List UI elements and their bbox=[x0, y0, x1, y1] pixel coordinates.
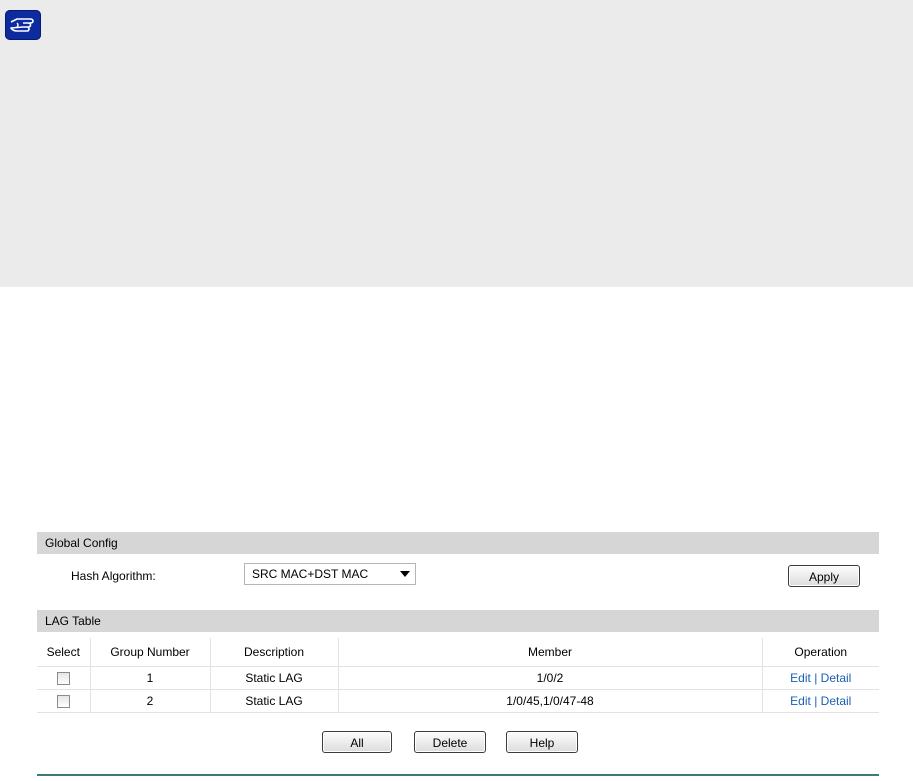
delete-button[interactable]: Delete bbox=[414, 731, 486, 753]
group-number-cell: 2 bbox=[89, 689, 210, 713]
detail-link[interactable]: Detail bbox=[821, 671, 852, 685]
col-member: Member bbox=[337, 638, 762, 667]
group-number-cell: 1 bbox=[89, 666, 210, 690]
lag-table: Select Group Number Description Member O… bbox=[37, 638, 879, 713]
operation-cell: Edit | Detail bbox=[761, 666, 879, 690]
edit-link[interactable]: Edit bbox=[790, 671, 811, 685]
hash-algorithm-select[interactable]: SRC MAC+DST MAC bbox=[244, 563, 416, 585]
lag-table-title: LAG Table bbox=[45, 614, 101, 628]
operation-cell: Edit | Detail bbox=[761, 689, 879, 713]
global-config-header: Global Config bbox=[37, 532, 879, 554]
triangle-down-icon bbox=[400, 571, 410, 577]
member-cell: 1/0/2 bbox=[337, 666, 762, 690]
operation-separator: | bbox=[814, 671, 818, 685]
col-group-number: Group Number bbox=[89, 638, 210, 667]
edit-link[interactable]: Edit bbox=[790, 694, 811, 708]
row-checkbox[interactable] bbox=[56, 695, 70, 709]
help-button[interactable]: Help bbox=[506, 731, 578, 753]
hash-algorithm-value: SRC MAC+DST MAC bbox=[252, 567, 369, 581]
select-cell bbox=[37, 666, 90, 690]
global-config-title: Global Config bbox=[45, 536, 118, 550]
col-operation: Operation bbox=[761, 638, 879, 667]
apply-button[interactable]: Apply bbox=[788, 565, 860, 587]
lag-table-header-row: Select Group Number Description Member O… bbox=[37, 638, 879, 667]
select-cell bbox=[37, 689, 90, 713]
lag-table-header: LAG Table bbox=[37, 610, 879, 632]
bottom-divider bbox=[37, 774, 879, 776]
description-cell: Static LAG bbox=[209, 666, 338, 690]
pointing-hand-icon bbox=[5, 10, 41, 40]
row-checkbox[interactable] bbox=[56, 672, 70, 686]
col-description: Description bbox=[209, 638, 338, 667]
operation-separator: | bbox=[814, 694, 818, 708]
detail-link[interactable]: Detail bbox=[821, 694, 852, 708]
member-cell: 1/0/45,1/0/47-48 bbox=[337, 689, 762, 713]
note-box bbox=[0, 0, 913, 287]
hash-algorithm-label: Hash Algorithm: bbox=[71, 569, 156, 583]
col-select: Select bbox=[37, 638, 90, 667]
all-button[interactable]: All bbox=[322, 731, 392, 753]
table-row: 1 Static LAG 1/0/2 Edit | Detail bbox=[37, 666, 879, 690]
description-cell: Static LAG bbox=[209, 689, 338, 713]
table-row: 2 Static LAG 1/0/45,1/0/47-48 Edit | Det… bbox=[37, 689, 879, 713]
